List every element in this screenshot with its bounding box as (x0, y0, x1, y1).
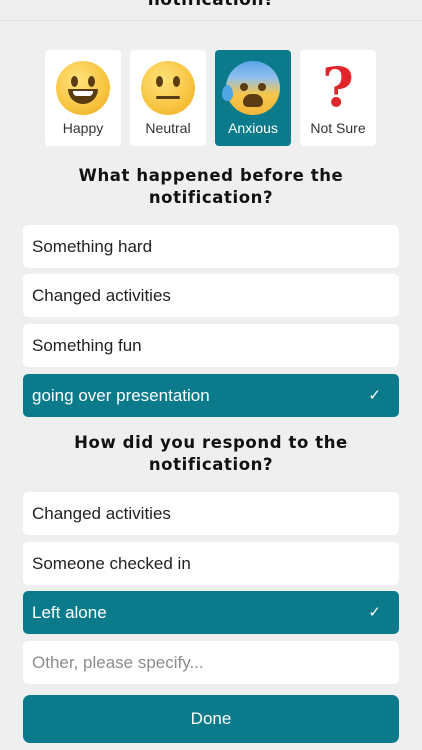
mood-label: Not Sure (310, 120, 366, 136)
other-specify-input[interactable]: Other, please specify... (23, 641, 399, 684)
checkmark-icon: ✓ (368, 386, 381, 404)
before-option-changed-activities[interactable]: Changed activities (23, 274, 399, 317)
before-option-custom-selected[interactable]: going over presentation ✓ (23, 374, 399, 417)
mood-happy-button[interactable]: Happy (45, 50, 121, 146)
red-question-mark-icon: ? (322, 55, 354, 119)
response-option-someone-checked-in[interactable]: Someone checked in (23, 542, 399, 585)
neutral-face-icon (141, 61, 195, 115)
header-divider (0, 20, 422, 21)
mood-anxious-button[interactable]: Anxious (215, 50, 291, 146)
mood-selector: Happy Neutral Anxious ? Not Sure (45, 50, 376, 146)
mood-neutral-button[interactable]: Neutral (130, 50, 206, 146)
mood-label: Anxious (228, 120, 278, 136)
grinning-face-icon (56, 61, 110, 115)
mood-label: Happy (62, 120, 104, 136)
before-notification-question: What happened before the notification? (78, 166, 344, 207)
checkmark-icon: ✓ (368, 603, 381, 621)
anxious-face-with-sweat-icon (222, 61, 280, 115)
response-option-changed-activities[interactable]: Changed activities (23, 492, 399, 535)
previous-question-heading: notification? (147, 0, 275, 10)
mood-label: Neutral (145, 120, 191, 136)
mood-not-sure-button[interactable]: ? Not Sure (300, 50, 376, 146)
before-option-something-hard[interactable]: Something hard (23, 225, 399, 268)
response-question: How did you respond to the notification? (74, 433, 348, 474)
done-button[interactable]: Done (23, 695, 399, 743)
before-option-something-fun[interactable]: Something fun (23, 324, 399, 367)
response-option-left-alone[interactable]: Left alone ✓ (23, 591, 399, 634)
